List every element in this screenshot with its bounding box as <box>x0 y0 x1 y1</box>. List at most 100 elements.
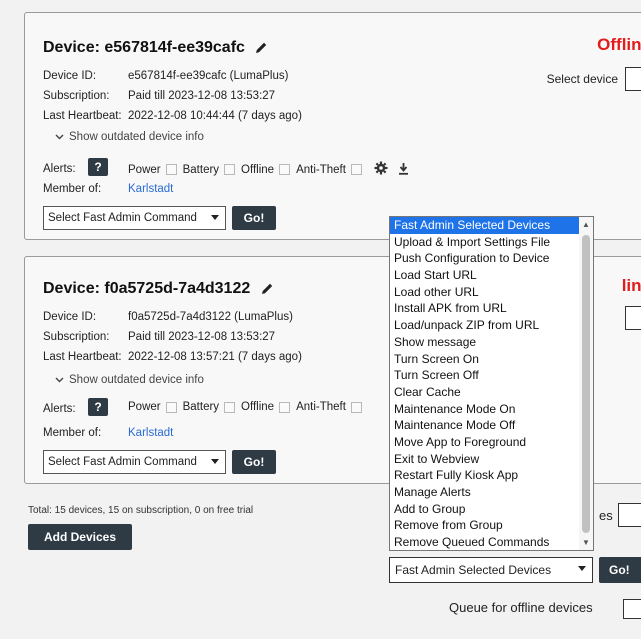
member-of-label: Member of: <box>43 427 102 439</box>
device-title: Device: f0a5725d-7a4d3122 <box>43 280 274 300</box>
fast-admin-command-select[interactable]: Select Fast Admin Command <box>43 450 226 474</box>
alert-offline-label: Offline <box>241 163 275 176</box>
pencil-icon[interactable] <box>261 282 274 300</box>
bulk-option[interactable]: Upload & Import Settings File <box>390 234 593 251</box>
alert-battery-checkbox[interactable] <box>224 164 236 175</box>
listbox-scrollbar[interactable]: ▲ ▼ <box>579 217 593 550</box>
caret-down-icon <box>211 459 219 464</box>
bulk-option[interactable]: Remove Queued Commands <box>390 534 593 550</box>
bulk-option[interactable]: Add to Group <box>390 501 593 518</box>
bulk-option[interactable]: Load/unpack ZIP from URL <box>390 317 593 334</box>
status-badge: Offline <box>597 35 641 54</box>
alert-antitheft-label: Anti-Theft <box>296 401 346 413</box>
chevron-down-icon <box>55 374 64 386</box>
device-id-label: Device ID: <box>43 311 97 323</box>
show-outdated-toggle[interactable]: Show outdated device info <box>55 374 204 386</box>
bulk-option[interactable]: Clear Cache <box>390 384 593 401</box>
go-button[interactable]: Go! <box>232 206 276 230</box>
caret-down-icon <box>578 566 586 571</box>
alert-battery-label: Battery <box>182 163 220 176</box>
device-title-text: Device: e567814f-ee39cafc <box>43 39 245 56</box>
bulk-go-button[interactable]: Go! <box>599 557 641 583</box>
alerts-help-button[interactable]: ? <box>88 158 108 176</box>
bulk-command-select[interactable]: Fast Admin Selected Devices <box>389 557 593 583</box>
scroll-down-icon[interactable]: ▼ <box>582 538 590 547</box>
bulk-option[interactable]: Exit to Webview <box>390 451 593 468</box>
alerts-label: Alerts: <box>43 163 76 175</box>
alert-offline-checkbox[interactable] <box>279 164 291 175</box>
show-outdated-toggle[interactable]: Show outdated device info <box>55 131 204 143</box>
chevron-down-icon <box>55 131 64 143</box>
member-of-label: Member of: <box>43 183 102 195</box>
scrollbar-thumb[interactable] <box>582 235 590 533</box>
select-device-label: Select device <box>546 72 618 86</box>
fast-admin-command-select[interactable]: Select Fast Admin Command <box>43 206 226 230</box>
download-icon[interactable] <box>398 162 409 178</box>
group-link[interactable]: Karlstadt <box>128 427 173 439</box>
alert-power-checkbox[interactable] <box>165 164 177 175</box>
scroll-up-icon[interactable]: ▲ <box>582 220 590 229</box>
bulk-option[interactable]: Turn Screen Off <box>390 367 593 384</box>
bulk-command-listbox[interactable]: Fast Admin Selected Devices Upload & Imp… <box>389 216 594 551</box>
show-outdated-label: Show outdated device info <box>69 374 204 386</box>
bulk-select-value: Fast Admin Selected Devices <box>395 563 552 577</box>
bulk-command-options: Fast Admin Selected Devices Upload & Imp… <box>390 217 593 550</box>
bulk-option[interactable]: Load Start URL <box>390 267 593 284</box>
bulk-option[interactable]: Load other URL <box>390 284 593 301</box>
alert-antitheft-checkbox[interactable] <box>350 164 362 175</box>
subscription-label: Subscription: <box>43 331 110 343</box>
device-id-label: Device ID: <box>43 70 97 82</box>
select-all-label: es <box>599 508 613 523</box>
heartbeat-label: Last Heartbeat: <box>43 110 122 122</box>
bulk-option[interactable]: Install APK from URL <box>390 300 593 317</box>
subscription-value: Paid till 2023-12-08 13:53:27 <box>128 331 276 343</box>
bulk-option[interactable]: Restart Fully Kiosk App <box>390 467 593 484</box>
show-outdated-label: Show outdated device info <box>69 131 204 143</box>
bulk-option[interactable]: Turn Screen On <box>390 351 593 368</box>
bulk-option[interactable]: Maintenance Mode On <box>390 401 593 418</box>
bulk-option[interactable]: Push Configuration to Device <box>390 250 593 267</box>
bulk-option[interactable]: Fast Admin Selected Devices <box>390 217 593 234</box>
command-select-value: Select Fast Admin Command <box>48 456 197 468</box>
subscription-label: Subscription: <box>43 90 110 102</box>
heartbeat-value: 2022-12-08 13:57:21 (7 days ago) <box>128 351 302 363</box>
go-button[interactable]: Go! <box>232 450 276 474</box>
status-badge: line <box>621 276 641 295</box>
select-device-checkbox[interactable] <box>625 306 641 330</box>
bulk-option[interactable]: Maintenance Mode Off <box>390 417 593 434</box>
pencil-icon[interactable] <box>255 41 268 59</box>
queue-offline-label: Queue for offline devices <box>449 600 593 615</box>
help-icon: ? <box>88 398 108 416</box>
heartbeat-value: 2022-12-08 10:44:44 (7 days ago) <box>128 110 302 122</box>
add-devices-button[interactable]: Add Devices <box>28 524 132 550</box>
device-id-value: e567814f-ee39cafc (LumaPlus) <box>128 70 289 82</box>
caret-down-icon <box>211 215 219 220</box>
alert-power-label: Power <box>128 163 161 176</box>
devices-summary: Total: 15 devices, 15 on subscription, 0… <box>28 505 254 516</box>
queue-offline-checkbox[interactable] <box>623 599 641 619</box>
device-title: Device: e567814f-ee39cafc <box>43 39 268 59</box>
help-icon: ? <box>88 158 108 176</box>
select-all-checkbox[interactable] <box>618 503 641 527</box>
bulk-option[interactable]: Show message <box>390 334 593 351</box>
bulk-option[interactable]: Remove from Group <box>390 517 593 534</box>
alert-battery-checkbox[interactable] <box>224 401 236 413</box>
gear-icon[interactable] <box>374 161 388 178</box>
alert-power-checkbox[interactable] <box>165 401 177 413</box>
alerts-help-button[interactable]: ? <box>88 398 108 416</box>
alert-offline-checkbox[interactable] <box>279 401 291 413</box>
alerts-options: Power Battery Offline Anti-Theft <box>128 401 366 413</box>
alerts-options: Power Battery Offline Anti-Theft <box>128 161 409 178</box>
subscription-value: Paid till 2023-12-08 13:53:27 <box>128 90 276 102</box>
select-device-checkbox[interactable] <box>625 67 641 91</box>
alert-antitheft-label: Anti-Theft <box>296 163 346 176</box>
command-select-value: Select Fast Admin Command <box>48 212 197 224</box>
alert-battery-label: Battery <box>182 401 220 413</box>
alert-antitheft-checkbox[interactable] <box>350 401 362 413</box>
bulk-option[interactable]: Manage Alerts <box>390 484 593 501</box>
heartbeat-label: Last Heartbeat: <box>43 351 122 363</box>
device-title-text: Device: f0a5725d-7a4d3122 <box>43 280 251 297</box>
group-link[interactable]: Karlstadt <box>128 183 173 195</box>
device-card: Device: e567814f-ee39cafc Offline Select… <box>24 12 641 240</box>
bulk-option[interactable]: Move App to Foreground <box>390 434 593 451</box>
